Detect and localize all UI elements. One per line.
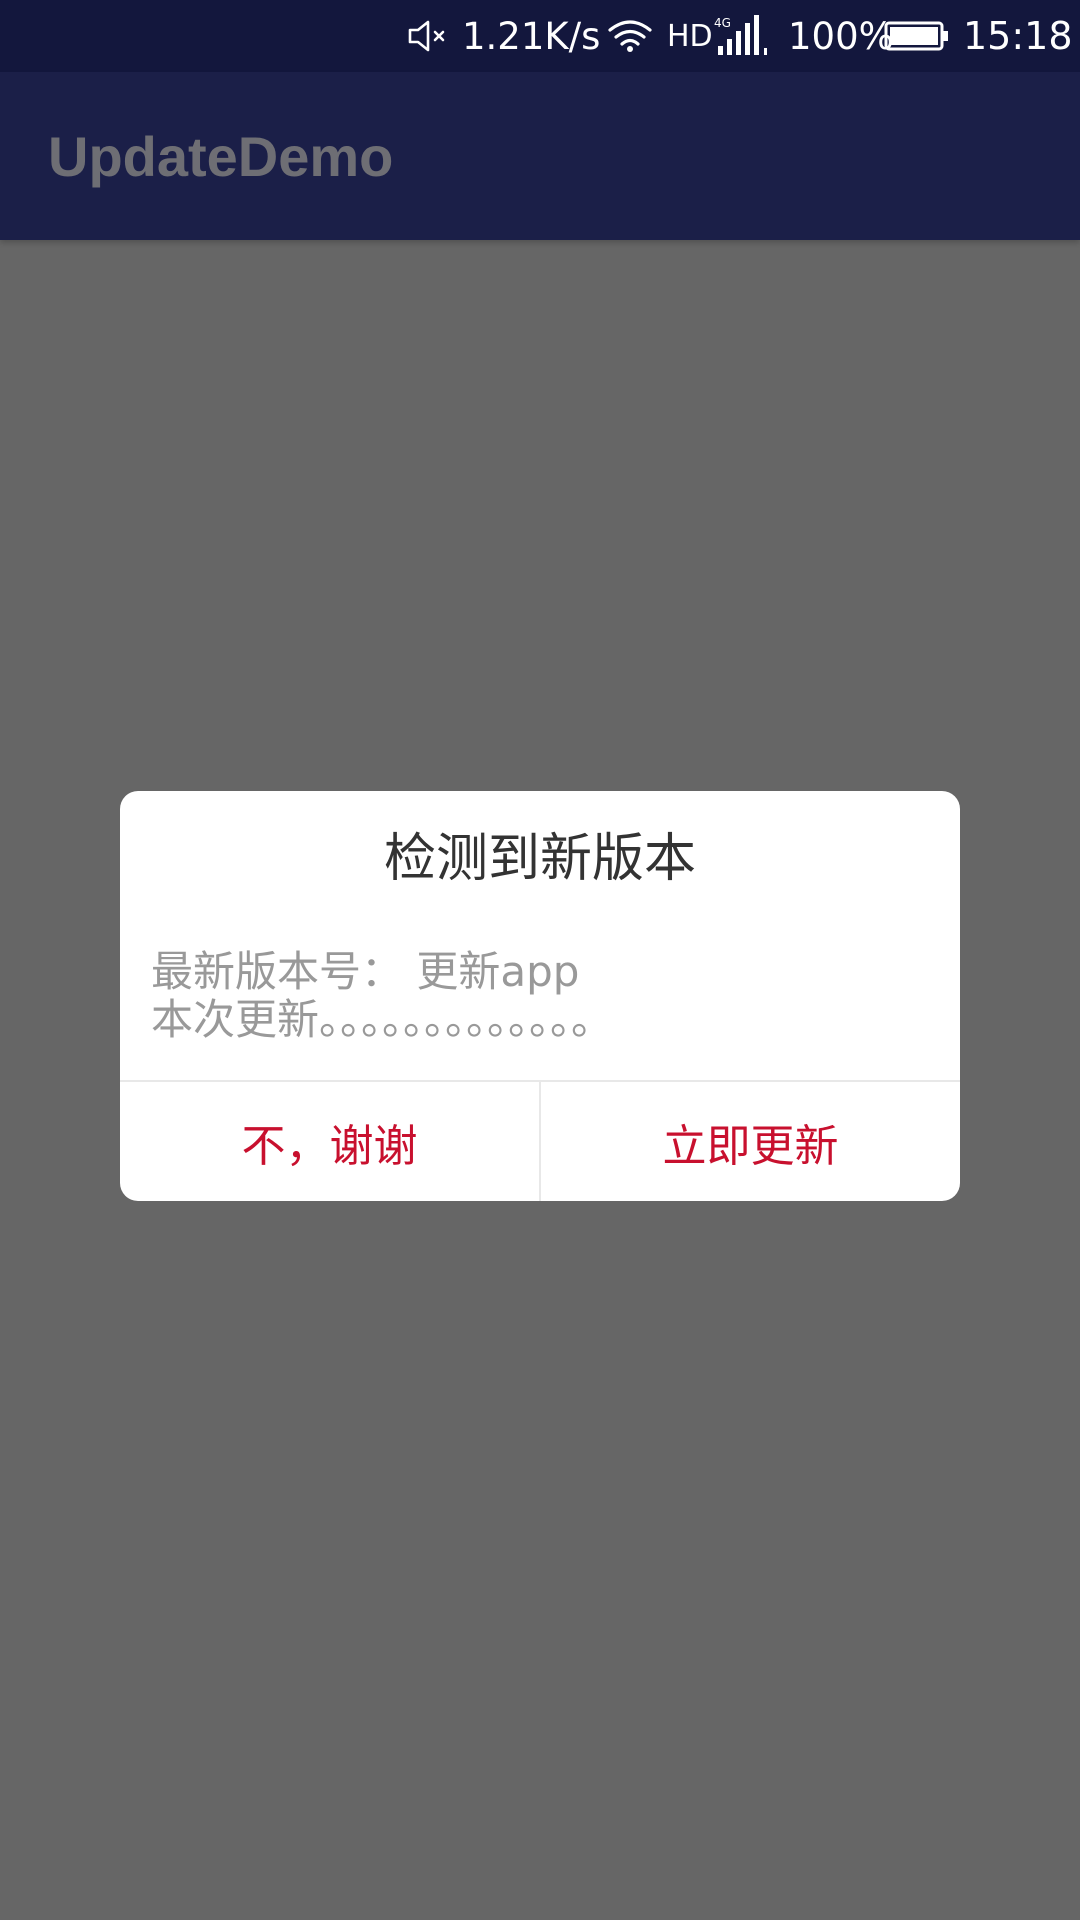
network-type-label: 4G xyxy=(714,16,731,30)
status-bar: 1.21K/s HD 4G 100% 15:18 xyxy=(0,0,1080,72)
hd-label: HD xyxy=(667,18,713,54)
update-now-button[interactable]: 立即更新 xyxy=(541,1082,960,1201)
update-notes-line: 本次更新。。。。。。。。。。。。。 xyxy=(151,995,614,1044)
app-toolbar: UpdateDemo xyxy=(0,72,1080,240)
version-line: 最新版本号： 更新app xyxy=(151,947,580,996)
app-title: UpdateDemo xyxy=(48,125,394,188)
wifi-icon xyxy=(607,0,655,72)
battery-icon xyxy=(884,0,952,72)
cancel-button[interactable]: 不，谢谢 xyxy=(120,1082,539,1201)
network-speed: 1.21K/s xyxy=(462,14,601,58)
signal-icon: 4G xyxy=(714,0,772,72)
clock: 15:18 xyxy=(963,14,1073,58)
mute-icon xyxy=(407,0,453,72)
update-dialog: 检测到新版本 最新版本号： 更新app 本次更新。。。。。。。。。。。。。 不，… xyxy=(120,791,960,1201)
battery-percent: 100% xyxy=(788,14,894,58)
dialog-title: 检测到新版本 xyxy=(383,829,696,889)
dialog-message: 最新版本号： 更新app 本次更新。。。。。。。。。。。。。 xyxy=(151,948,941,1044)
screen: 1.21K/s HD 4G 100% 15:18 UpdateDemo 检测到新… xyxy=(0,0,1080,1920)
